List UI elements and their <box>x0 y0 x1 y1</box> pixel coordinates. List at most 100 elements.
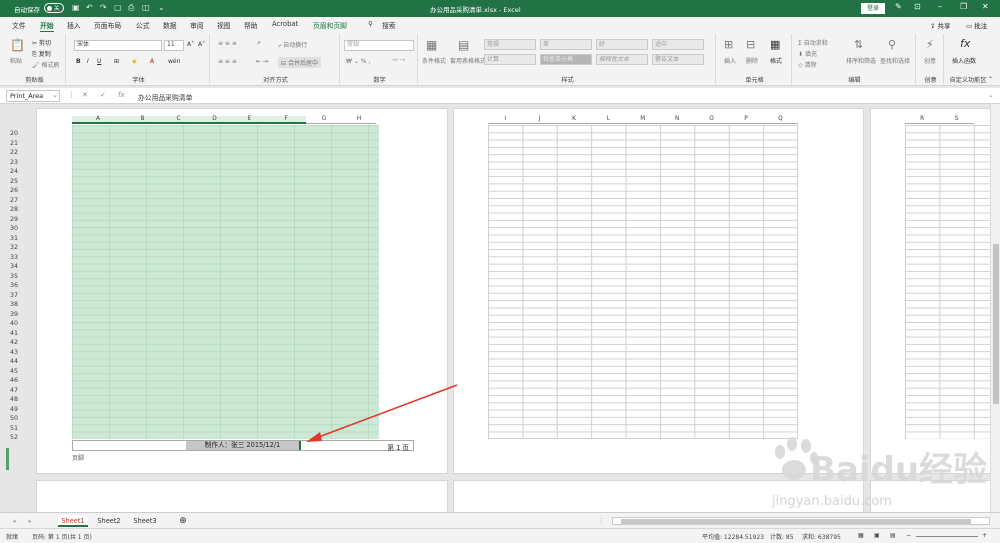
insert-cells-label[interactable]: 插入 <box>724 56 736 65</box>
delete-cells-label[interactable]: 删除 <box>746 56 758 65</box>
customize-qat-icon[interactable]: ⌄ <box>158 3 165 12</box>
merge-center-button[interactable]: ⊟ 合并后居中 <box>278 57 321 68</box>
redo-icon[interactable]: ↷ <box>100 3 107 12</box>
clear-button[interactable]: ◇ 清除 <box>798 60 817 69</box>
format-painter-button[interactable]: 🖌 格式刷 <box>32 60 60 69</box>
tab-search[interactable]: 搜索 <box>382 20 396 30</box>
tab-data[interactable]: 数据 <box>163 20 177 30</box>
more-icon[interactable]: ⋮ <box>68 91 75 99</box>
style-explanatory[interactable]: 解释性文本 <box>596 54 648 65</box>
paste-label[interactable]: 粘贴 <box>10 56 22 65</box>
prev-sheet-icon[interactable]: ◂ <box>8 515 20 527</box>
italic-icon[interactable]: I <box>87 58 89 65</box>
normal-view-icon[interactable]: ▦ <box>858 532 864 539</box>
next-sheet-icon[interactable]: ▸ <box>24 515 36 527</box>
font-size-select[interactable]: 11 <box>164 40 184 51</box>
comment-button[interactable]: ▭ 批注 <box>966 20 987 30</box>
minimize-icon[interactable]: – <box>938 2 942 11</box>
autosave-toggle[interactable]: 关 <box>44 3 64 13</box>
fill-color-icon[interactable]: ◈ <box>132 58 137 65</box>
wrap-text-button[interactable]: ⤶ 自动换行 <box>278 40 307 50</box>
page-layout-view-icon[interactable]: ▣ <box>874 532 880 539</box>
autosum-button[interactable]: Σ 自动求和 <box>798 38 828 47</box>
insert-function-icon[interactable]: fx <box>960 37 970 50</box>
creative-label[interactable]: 创意 <box>924 56 936 65</box>
zoom-slider[interactable] <box>916 536 978 537</box>
horizontal-scroll-thumb[interactable] <box>621 519 971 524</box>
sheet-tab-sheet1[interactable]: Sheet1 <box>58 515 88 527</box>
tab-split-icon[interactable]: ⋮ <box>596 515 606 527</box>
currency-icon[interactable]: ₩ ⌄ % , <box>346 58 370 65</box>
grow-font-icon[interactable]: A˄ <box>187 41 194 48</box>
undo-icon[interactable]: ↶ <box>86 3 93 12</box>
zoom-in-icon[interactable]: + <box>982 532 987 539</box>
close-icon[interactable]: ✕ <box>982 2 989 11</box>
login-button[interactable]: 登录 <box>861 3 885 14</box>
table-format-label[interactable]: 套用表格格式 <box>450 56 486 65</box>
paste-icon[interactable]: 📋 <box>10 38 25 52</box>
tab-file[interactable]: 文件 <box>12 20 26 30</box>
tab-acrobat[interactable]: Acrobat <box>272 20 298 28</box>
style-calculation[interactable]: 计算 <box>484 54 536 65</box>
tab-formulas[interactable]: 公式 <box>136 20 150 30</box>
tab-insert[interactable]: 插入 <box>67 20 81 30</box>
insert-cells-icon[interactable]: ⊞ <box>724 38 733 51</box>
search-icon[interactable]: ⚲ <box>368 20 373 28</box>
style-check-cell[interactable]: 检查单元格 <box>540 54 592 65</box>
enter-icon[interactable]: ✓ <box>100 91 106 99</box>
share-button[interactable]: ⇪ 共享 <box>930 20 951 30</box>
find-select-icon[interactable]: ⚲ <box>888 38 896 51</box>
number-format-select[interactable]: 常规 <box>344 40 414 51</box>
font-name-select[interactable]: 宋体 <box>74 40 162 51</box>
style-good[interactable]: 好 <box>596 39 648 50</box>
touch-mode-icon[interactable]: ◫ <box>142 3 150 12</box>
format-cells-label[interactable]: 格式 <box>770 56 782 65</box>
insert-function-label[interactable]: 插入函数 <box>952 56 976 65</box>
border-icon[interactable]: ⊞ <box>114 58 119 65</box>
conditional-format-icon[interactable]: ▦ <box>426 38 437 52</box>
delete-cells-icon[interactable]: ⊟ <box>746 38 755 51</box>
style-normal[interactable]: 常规 <box>484 39 536 50</box>
style-bad[interactable]: 差 <box>540 39 592 50</box>
horizontal-scrollbar[interactable] <box>612 517 990 525</box>
tab-view[interactable]: 视图 <box>217 20 231 30</box>
cancel-icon[interactable]: ✕ <box>82 91 88 99</box>
find-select-label[interactable]: 查找和选择 <box>880 56 910 65</box>
fill-button[interactable]: ⬇ 填充 <box>798 49 817 58</box>
vertical-scroll-thumb[interactable] <box>993 244 999 404</box>
format-cells-icon[interactable]: ▦ <box>770 38 780 51</box>
function-icon[interactable]: fx <box>118 91 125 99</box>
orientation-icon[interactable]: ↗ <box>256 40 261 47</box>
sort-filter-label[interactable]: 排序和筛选 <box>846 56 876 65</box>
indent-icon[interactable]: ⇤ ⇥ <box>256 58 268 65</box>
decimal-icon[interactable]: ⁺⁰ ⁻⁰ <box>392 58 405 65</box>
align-left-icon[interactable]: ≡ ≡ ≡ <box>218 58 237 65</box>
expand-formula-icon[interactable]: ⌄ <box>988 91 994 99</box>
tab-header-footer[interactable]: 页眉和页脚 <box>313 20 347 30</box>
ribbon-display-icon[interactable]: ⊡ <box>914 2 921 11</box>
print-preview-icon[interactable]: ⎙ <box>128 3 134 13</box>
name-box-dropdown-icon[interactable]: ⌄ <box>52 91 58 99</box>
add-sheet-icon[interactable]: ⊕ <box>176 515 190 527</box>
font-color-icon[interactable]: A <box>150 58 154 65</box>
pen-icon[interactable]: ✎ <box>895 2 902 11</box>
tab-help[interactable]: 帮助 <box>244 20 258 30</box>
new-file-icon[interactable]: ▢ <box>114 3 122 12</box>
phonetic-icon[interactable]: wén <box>168 58 180 65</box>
bold-icon[interactable]: B <box>76 58 81 65</box>
page-break-view-icon[interactable]: ▤ <box>890 532 896 539</box>
sheet-tab-sheet3[interactable]: Sheet3 <box>130 515 160 527</box>
vertical-scrollbar[interactable] <box>990 104 1000 512</box>
formula-input[interactable]: 办公用品采购清单 <box>138 92 192 102</box>
underline-icon[interactable]: U <box>97 58 101 65</box>
conditional-format-label[interactable]: 条件格式 <box>422 56 446 65</box>
tab-review[interactable]: 审阅 <box>190 20 204 30</box>
tab-page-layout[interactable]: 页面布局 <box>94 20 121 30</box>
zoom-out-icon[interactable]: − <box>906 532 911 539</box>
restore-icon[interactable]: ❐ <box>960 2 967 11</box>
table-format-icon[interactable]: ▤ <box>458 38 469 52</box>
style-neutral[interactable]: 适中 <box>652 39 704 50</box>
style-warning[interactable]: 警告文本 <box>652 54 704 65</box>
collapse-ribbon-icon[interactable]: ⌃ <box>988 76 993 83</box>
creative-icon[interactable]: ⚡ <box>926 38 934 51</box>
